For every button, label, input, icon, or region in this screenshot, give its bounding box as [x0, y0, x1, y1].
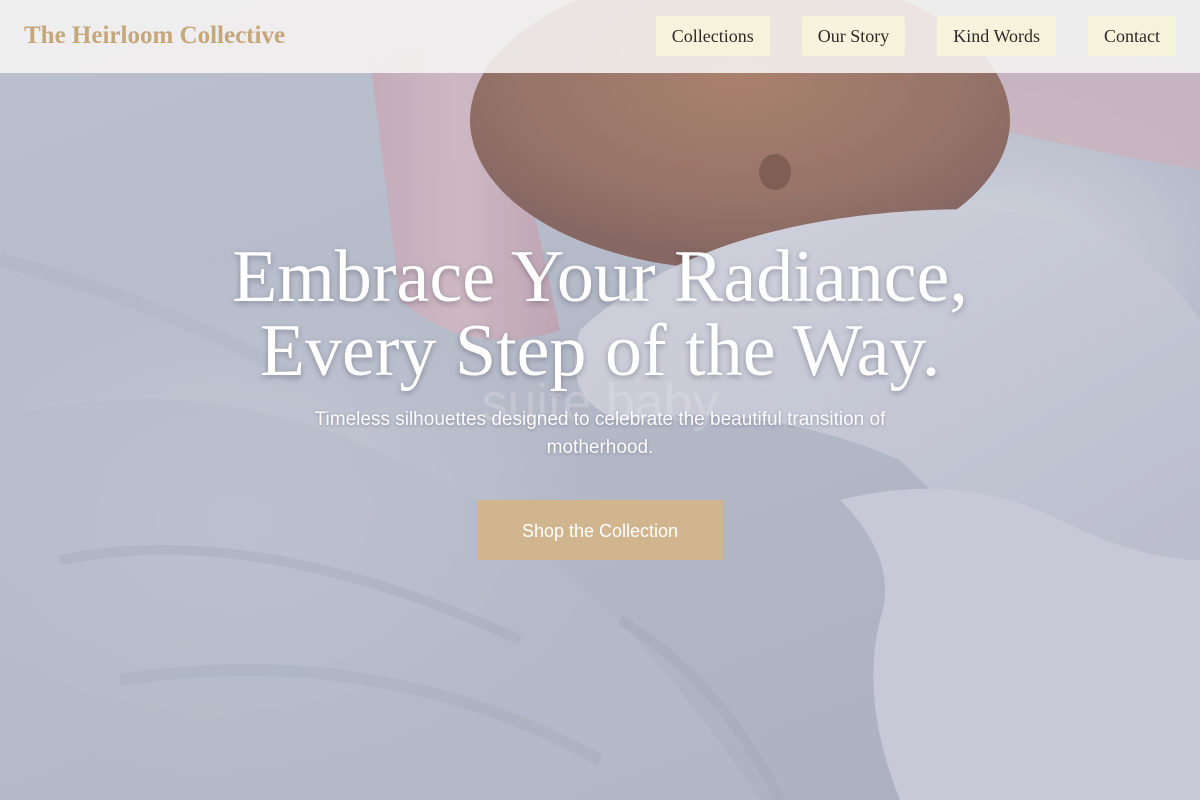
brand-logo[interactable]: The Heirloom Collective — [24, 22, 285, 50]
nav-collections[interactable]: Collections — [655, 16, 770, 56]
shop-collection-button[interactable]: Shop the Collection — [477, 500, 723, 560]
nav-our-story[interactable]: Our Story — [801, 16, 906, 56]
hero-section: Embrace Your Radiance, Every Step of the… — [0, 240, 1200, 560]
nav-contact[interactable]: Contact — [1088, 16, 1176, 56]
hero-title-line-1: Embrace Your Radiance, — [232, 236, 968, 318]
hero-subtitle: Timeless silhouettes designed to celebra… — [314, 409, 886, 458]
hero-title-line-2: Every Step of the Way. — [259, 310, 941, 392]
site-header: The Heirloom Collective Collections Our … — [0, 0, 1200, 73]
main-nav: Collections Our Story Kind Words Contact — [655, 16, 1176, 56]
hero-title: Embrace Your Radiance, Every Step of the… — [150, 240, 1050, 388]
nav-kind-words[interactable]: Kind Words — [937, 16, 1056, 56]
